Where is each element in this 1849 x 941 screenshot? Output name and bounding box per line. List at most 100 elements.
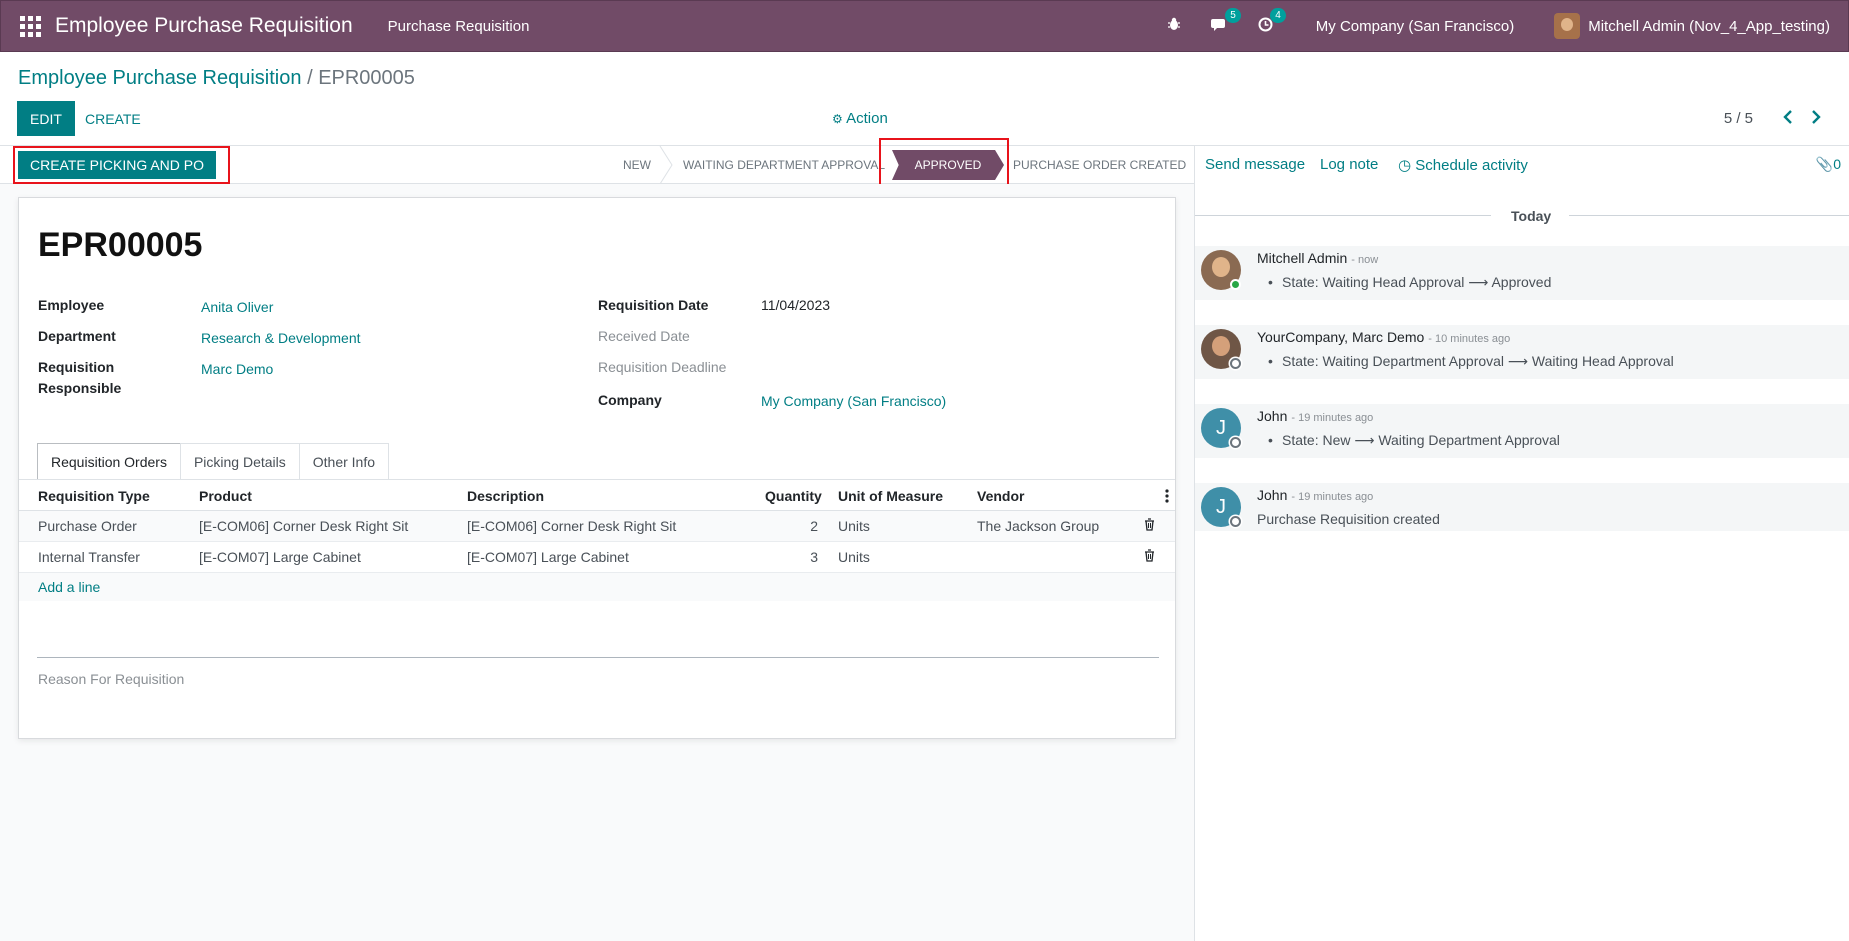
add-line-row: Add a line — [19, 573, 1175, 601]
column-requisition-type[interactable]: Requisition Type — [38, 488, 150, 504]
cell-unit-of-measure: Units — [838, 549, 870, 565]
pager-previous-icon[interactable] — [1783, 108, 1793, 129]
column-product[interactable]: Product — [199, 488, 252, 504]
edit-button[interactable]: EDIT — [17, 101, 75, 136]
message-body: Purchase Requisition created — [1257, 511, 1440, 527]
requisition-date-label: Requisition Date — [598, 297, 709, 313]
chatter-message: Mitchell Admin- now State: Waiting Head … — [1195, 246, 1849, 300]
cell-quantity: 3 — [810, 549, 818, 565]
company-switcher[interactable]: My Company (San Francisco) — [1316, 18, 1514, 35]
date-separator-line-left — [1195, 215, 1491, 216]
column-vendor[interactable]: Vendor — [977, 488, 1024, 504]
presence-online-icon — [1230, 279, 1241, 290]
column-unit-of-measure[interactable]: Unit of Measure — [838, 488, 943, 504]
navbar-systray: 5 4 My Company (San Francisco) Mitchell … — [1152, 1, 1848, 51]
user-name: Mitchell Admin (Nov_4_App_testing) — [1588, 17, 1830, 35]
chatter-panel: Send message Log note ◷ Schedule activit… — [1194, 146, 1849, 941]
table-row[interactable]: Purchase Order [E-COM06] Corner Desk Rig… — [19, 511, 1175, 542]
employee-field[interactable]: Anita Oliver — [201, 299, 273, 315]
menu-purchase-requisition[interactable]: Purchase Requisition — [388, 18, 530, 35]
message-time: - 19 minutes ago — [1291, 491, 1374, 503]
pager-value[interactable]: 5 / 5 — [1724, 110, 1753, 127]
gear-icon: ⚙ — [832, 112, 843, 126]
cell-requisition-type: Internal Transfer — [38, 549, 140, 565]
apps-menu-icon[interactable] — [19, 15, 41, 37]
reason-for-requisition-field[interactable]: Reason For Requisition — [38, 671, 184, 687]
breadcrumb-separator: / — [307, 67, 313, 89]
field-divider — [37, 657, 1159, 658]
message-author[interactable]: John - 19 minutes ago — [1257, 487, 1373, 503]
highlight-box-stage — [879, 138, 1009, 188]
tab-requisition-orders[interactable]: Requisition Orders — [37, 443, 181, 479]
paperclip-icon: 📎 — [1815, 156, 1834, 172]
requisition-responsible-field[interactable]: Marc Demo — [201, 361, 273, 377]
department-field[interactable]: Research & Development — [201, 330, 361, 346]
message-time: - now — [1351, 254, 1379, 266]
delete-row-trash-icon[interactable] — [1144, 549, 1155, 562]
cell-vendor: The Jackson Group — [977, 518, 1100, 534]
message-author[interactable]: John - 19 minutes ago — [1257, 408, 1373, 424]
user-menu[interactable]: Mitchell Admin (Nov_4_App_testing) — [1554, 13, 1830, 39]
send-message-button[interactable]: Send message — [1205, 156, 1305, 173]
message-time: - 10 minutes ago — [1428, 333, 1511, 345]
user-avatar — [1554, 13, 1581, 39]
requisition-responsible-label-line1: Requisition — [38, 359, 115, 375]
action-label: Action — [846, 110, 888, 127]
messages-count-badge: 5 — [1225, 7, 1241, 23]
chatter-message: J John- 19 minutes ago State: New ⟶ Wait… — [1195, 404, 1849, 458]
attachments-button[interactable]: 📎0 — [1816, 156, 1841, 173]
chatter-message: YourCompany, Marc Demo- 10 minutes ago S… — [1195, 325, 1849, 379]
requisition-deadline-label: Requisition Deadline — [598, 359, 727, 375]
company-label: Company — [598, 392, 662, 408]
message-body: State: New ⟶ Waiting Department Approval — [1268, 432, 1560, 449]
requisition-date-field[interactable]: 11/04/2023 — [761, 297, 830, 313]
status-bar: CREATE PICKING AND PO NEW WAITING DEPART… — [0, 138, 1194, 188]
stage-new[interactable]: NEW — [623, 146, 651, 184]
clock-icon: ◷ — [1398, 157, 1412, 174]
chatter-message: J John - 19 minutes ago Purchase Requisit… — [1195, 483, 1849, 531]
app-title[interactable]: Employee Purchase Requisition — [55, 14, 353, 38]
breadcrumb-parent-link[interactable]: Employee Purchase Requisition — [18, 67, 302, 89]
log-note-button[interactable]: Log note — [1320, 156, 1378, 173]
department-label: Department — [38, 328, 116, 344]
tab-other-info[interactable]: Other Info — [298, 443, 390, 479]
requisition-orders-table: Requisition Type Product Description Qua… — [19, 479, 1175, 601]
form-sheet: EPR00005 Employee Anita Oliver Departmen… — [18, 197, 1176, 739]
delete-row-trash-icon[interactable] — [1144, 518, 1155, 531]
message-author[interactable]: Mitchell Admin - now — [1257, 250, 1378, 266]
employee-label: Employee — [38, 297, 105, 313]
table-row[interactable]: Internal Transfer [E-COM07] Large Cabine… — [19, 542, 1175, 573]
table-header: Requisition Type Product Description Qua… — [19, 479, 1175, 511]
cell-description: [E-COM06] Corner Desk Right Sit — [467, 518, 677, 534]
cell-requisition-type: Purchase Order — [38, 518, 137, 534]
tab-picking-details[interactable]: Picking Details — [179, 443, 300, 479]
stage-purchase-order-created[interactable]: PURCHASE ORDER CREATED — [1013, 146, 1186, 184]
create-button[interactable]: CREATE — [85, 101, 141, 136]
message-body: State: Waiting Department Approval ⟶ Wai… — [1268, 353, 1674, 370]
notebook-tabs: Requisition Orders Picking Details Other… — [37, 443, 390, 479]
action-menu-button[interactable]: ⚙ Action — [832, 110, 888, 127]
messaging-icon[interactable]: 5 — [1210, 7, 1241, 36]
presence-offline-icon — [1230, 437, 1241, 448]
activities-count-badge: 4 — [1270, 7, 1286, 23]
highlight-box-button — [13, 146, 230, 184]
add-a-line-link[interactable]: Add a line — [38, 579, 100, 595]
pager-next-icon[interactable] — [1811, 108, 1821, 129]
stage-waiting-department-approval[interactable]: WAITING DEPARTMENT APPROVAL — [683, 146, 885, 184]
presence-offline-icon — [1230, 358, 1241, 369]
column-description[interactable]: Description — [467, 488, 544, 504]
date-separator-line-right — [1569, 215, 1849, 216]
debug-bug-icon[interactable] — [1167, 17, 1181, 35]
activity-clock-icon[interactable]: 4 — [1258, 7, 1286, 36]
cell-quantity: 2 — [810, 518, 818, 534]
control-panel: Employee Purchase Requisition / EPR00005… — [0, 52, 1849, 146]
cell-product: [E-COM07] Large Cabinet — [199, 549, 361, 565]
company-field[interactable]: My Company (San Francisco) — [761, 393, 946, 409]
cell-product: [E-COM06] Corner Desk Right Sit — [199, 518, 409, 534]
breadcrumb: Employee Purchase Requisition / EPR00005 — [18, 67, 415, 90]
schedule-activity-button[interactable]: ◷ Schedule activity — [1398, 156, 1528, 174]
presence-offline-icon — [1230, 516, 1241, 527]
optional-columns-icon[interactable] — [1165, 489, 1169, 507]
message-author[interactable]: YourCompany, Marc Demo - 10 minutes ago — [1257, 329, 1510, 345]
column-quantity[interactable]: Quantity — [765, 488, 822, 504]
